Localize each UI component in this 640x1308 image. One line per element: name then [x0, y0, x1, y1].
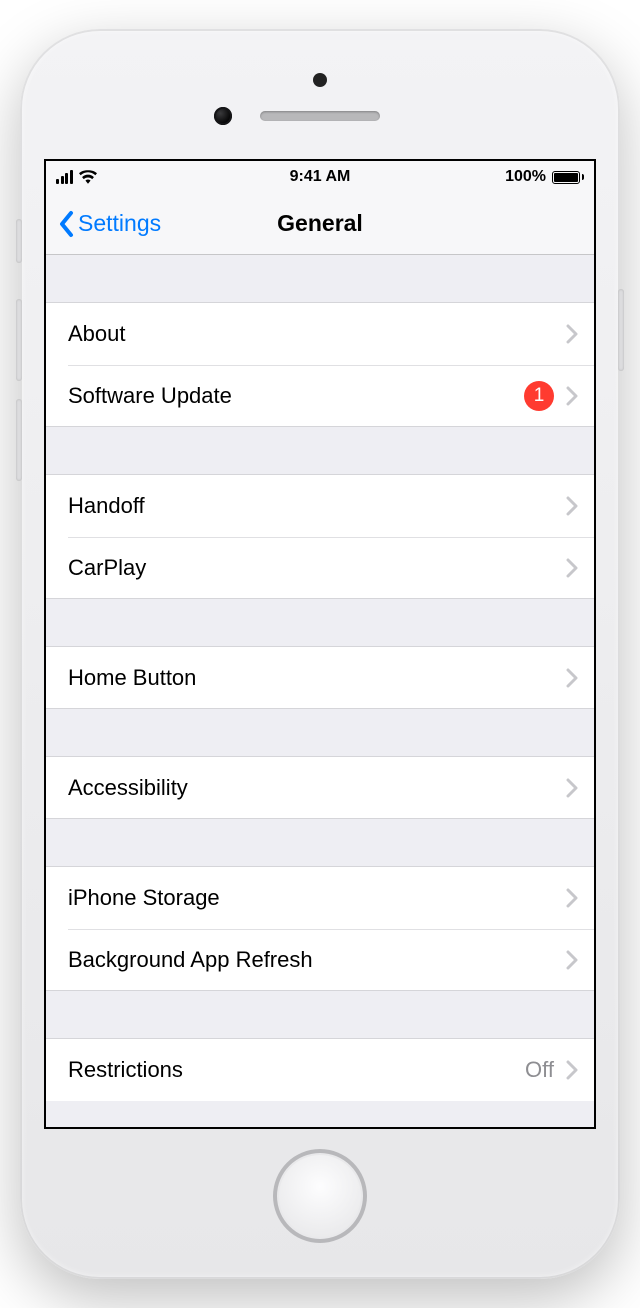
settings-list[interactable]: About Software Update 1 Handoff — [46, 255, 594, 1127]
cell-label: Accessibility — [68, 775, 188, 801]
chevron-right-icon — [566, 668, 578, 688]
cell-label: Restrictions — [68, 1057, 183, 1083]
chevron-right-icon — [566, 888, 578, 908]
section-separator — [46, 599, 594, 647]
chevron-right-icon — [566, 386, 578, 406]
front-camera-icon — [214, 107, 232, 125]
chevron-right-icon — [566, 950, 578, 970]
power-button — [618, 289, 624, 371]
wifi-icon — [79, 170, 97, 184]
mute-switch — [16, 219, 22, 263]
cell-label: CarPlay — [68, 555, 146, 581]
cell-detail: Off — [525, 1057, 554, 1083]
cell-handoff[interactable]: Handoff — [46, 475, 594, 537]
cell-label: Software Update — [68, 383, 232, 409]
page-title: General — [277, 210, 363, 237]
volume-down-button — [16, 399, 22, 481]
section-separator — [46, 819, 594, 867]
status-bar: 9:41 AM 100% — [46, 161, 594, 193]
battery-icon — [552, 171, 584, 184]
back-button[interactable]: Settings — [58, 210, 161, 238]
screen: 9:41 AM 100% Settings General About — [44, 159, 596, 1129]
iphone-device-frame: 9:41 AM 100% Settings General About — [20, 29, 620, 1279]
chevron-left-icon — [58, 210, 76, 238]
section-separator — [46, 427, 594, 475]
section-separator — [46, 709, 594, 757]
chevron-right-icon — [566, 496, 578, 516]
cell-label: About — [68, 321, 126, 347]
cell-restrictions[interactable]: Restrictions Off — [46, 1039, 594, 1101]
cell-signal-icon — [56, 170, 73, 184]
chevron-right-icon — [566, 1060, 578, 1080]
cell-label: Background App Refresh — [68, 947, 313, 973]
section-separator — [46, 991, 594, 1039]
cell-iphone-storage[interactable]: iPhone Storage — [46, 867, 594, 929]
cell-about[interactable]: About — [46, 303, 594, 365]
cell-software-update[interactable]: Software Update 1 — [46, 365, 594, 427]
volume-up-button — [16, 299, 22, 381]
back-button-label: Settings — [78, 210, 161, 237]
cell-carplay[interactable]: CarPlay — [46, 537, 594, 599]
cell-home-button[interactable]: Home Button — [46, 647, 594, 709]
cell-background-app-refresh[interactable]: Background App Refresh — [46, 929, 594, 991]
chevron-right-icon — [566, 778, 578, 798]
cell-label: iPhone Storage — [68, 885, 220, 911]
cell-accessibility[interactable]: Accessibility — [46, 757, 594, 819]
status-battery-percent: 100% — [505, 168, 546, 186]
cell-label: Handoff — [68, 493, 145, 519]
cell-label: Home Button — [68, 665, 196, 691]
update-badge: 1 — [524, 381, 554, 411]
home-button[interactable] — [273, 1149, 367, 1243]
proximity-sensor-icon — [313, 73, 327, 87]
chevron-right-icon — [566, 558, 578, 578]
status-time: 9:41 AM — [290, 168, 351, 186]
nav-bar: Settings General — [46, 193, 594, 255]
section-separator — [46, 255, 594, 303]
chevron-right-icon — [566, 324, 578, 344]
